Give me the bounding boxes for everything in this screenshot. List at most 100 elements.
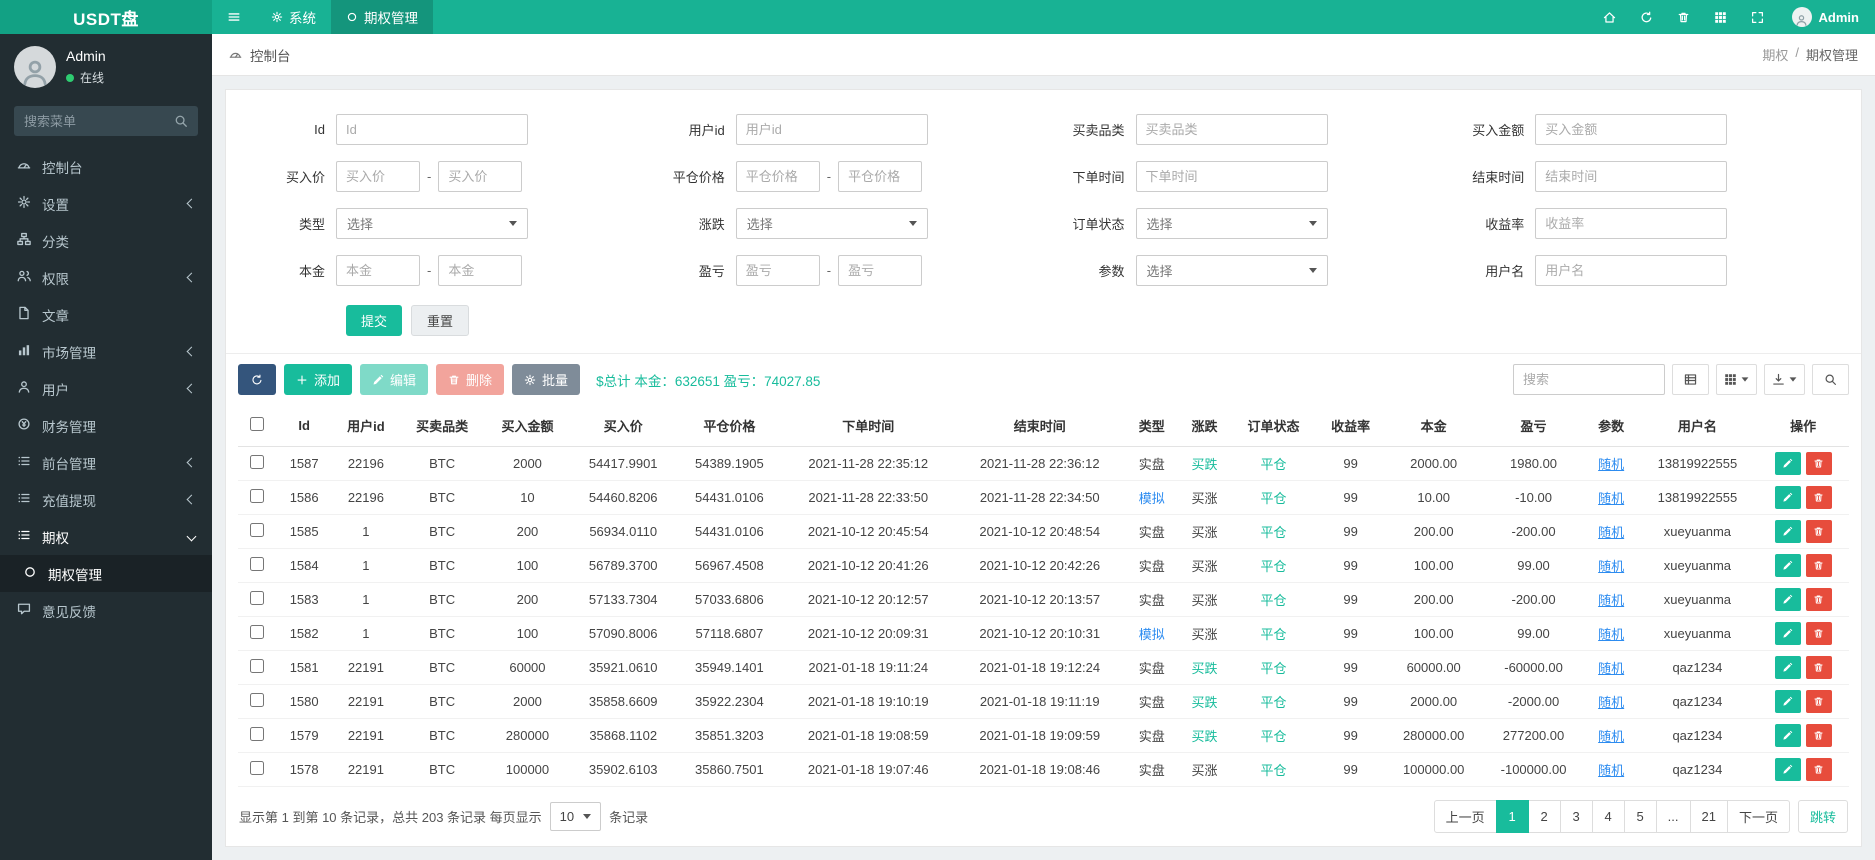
delete-row-button[interactable] [1805,554,1832,577]
filter-profit-max-input[interactable] [838,255,923,286]
view-toggle-button[interactable] [1672,364,1709,395]
page-button-1[interactable]: 1 [1495,800,1529,833]
filter-end_time-input[interactable] [1535,161,1728,192]
refresh-button[interactable] [1628,0,1665,34]
param-link[interactable]: 随机 [1598,729,1624,744]
reset-button[interactable]: 重置 [411,305,470,336]
home-button[interactable] [1591,0,1628,34]
columns-button[interactable] [1716,364,1757,395]
page-button-...[interactable]: ... [1655,800,1691,833]
edit-row-button[interactable] [1774,724,1801,747]
sidebar-search-button[interactable] [164,106,198,136]
filter-updown-select[interactable]: 选择 [735,208,928,239]
sidebar-item-option-manage[interactable]: 期权管理 [0,555,212,592]
filter-amount-input[interactable] [1535,114,1728,145]
row-checkbox[interactable] [250,489,264,503]
per-page-select[interactable]: 10 [549,802,602,831]
filter-order_time-input[interactable] [1135,161,1328,192]
filter-id-input[interactable] [336,114,528,145]
param-link[interactable]: 随机 [1598,457,1624,472]
table-search-input[interactable] [1513,364,1665,395]
delete-button[interactable]: 删除 [436,364,505,395]
edit-row-button[interactable] [1774,554,1801,577]
jump-button[interactable]: 跳转 [1797,800,1848,833]
row-checkbox[interactable] [250,591,264,605]
edit-row-button[interactable] [1774,656,1801,679]
page-button-2[interactable]: 2 [1527,800,1561,833]
row-checkbox[interactable] [250,557,264,571]
user-menu[interactable]: Admin [1776,0,1875,34]
edit-row-button[interactable] [1774,588,1801,611]
filter-rate-input[interactable] [1535,208,1728,239]
delete-row-button[interactable] [1805,622,1832,645]
filter-buy_price-max-input[interactable] [438,161,523,192]
edit-row-button[interactable] [1774,486,1801,509]
edit-row-button[interactable] [1774,622,1801,645]
param-link[interactable]: 随机 [1598,525,1624,540]
th-button[interactable] [1702,0,1739,34]
filter-category-input[interactable] [1135,114,1328,145]
expand-button[interactable] [1739,0,1776,34]
batch-button[interactable]: 批量 [512,364,581,395]
trash-button[interactable] [1665,0,1702,34]
filter-param-select[interactable]: 选择 [1135,255,1328,286]
page-button-21[interactable]: 21 [1689,800,1728,833]
row-checkbox[interactable] [250,761,264,775]
row-checkbox[interactable] [250,659,264,673]
filter-principal-min-input[interactable] [336,255,420,286]
filter-principal-max-input[interactable] [438,255,523,286]
edit-row-button[interactable] [1774,452,1801,475]
page-button-4[interactable]: 4 [1591,800,1625,833]
param-link[interactable]: 随机 [1598,763,1624,778]
row-checkbox[interactable] [250,693,264,707]
delete-row-button[interactable] [1805,758,1832,781]
row-checkbox[interactable] [250,455,264,469]
nav-tab-system[interactable]: 系统 [256,0,331,34]
filter-user_id-input[interactable] [735,114,928,145]
filter-buy_price-min-input[interactable] [336,161,420,192]
sidebar-item-dashboard[interactable]: 控制台 [0,148,212,185]
param-link[interactable]: 随机 [1598,695,1624,710]
delete-row-button[interactable] [1805,486,1832,509]
filter-profit-min-input[interactable] [735,255,820,286]
param-link[interactable]: 随机 [1598,661,1624,676]
delete-row-button[interactable] [1805,690,1832,713]
prev-page-button[interactable]: 上一页 [1433,800,1497,833]
delete-row-button[interactable] [1805,520,1832,543]
filter-close_price-max-input[interactable] [838,161,923,192]
sidebar-item-article[interactable]: 文章 [0,296,212,333]
delete-row-button[interactable] [1805,656,1832,679]
delete-row-button[interactable] [1805,452,1832,475]
sidebar-item-settings[interactable]: 设置 [0,185,212,222]
select-all-checkbox[interactable] [250,417,264,431]
page-button-3[interactable]: 3 [1559,800,1593,833]
breadcrumb-parent[interactable]: 期权 [1762,45,1788,64]
row-checkbox[interactable] [250,625,264,639]
sidebar-item-category[interactable]: 分类 [0,222,212,259]
export-button[interactable] [1764,364,1805,395]
search-toggle-button[interactable] [1812,364,1849,395]
submit-button[interactable]: 提交 [346,305,403,336]
filter-order_status-select[interactable]: 选择 [1135,208,1328,239]
param-link[interactable]: 随机 [1598,491,1624,506]
filter-close_price-min-input[interactable] [735,161,820,192]
row-checkbox[interactable] [250,727,264,741]
sidebar-toggle-button[interactable] [212,0,256,34]
sidebar-search-input[interactable] [14,106,164,136]
page-button-5[interactable]: 5 [1623,800,1657,833]
sidebar-item-user[interactable]: 用户 [0,370,212,407]
refresh-button[interactable] [238,364,276,395]
sidebar-item-market[interactable]: 市场管理 [0,333,212,370]
edit-button[interactable]: 编辑 [360,364,429,395]
edit-row-button[interactable] [1774,690,1801,713]
add-button[interactable]: 添加 [284,364,353,395]
edit-row-button[interactable] [1774,758,1801,781]
sidebar-item-frontend[interactable]: 前台管理 [0,444,212,481]
delete-row-button[interactable] [1805,588,1832,611]
sidebar-item-option[interactable]: 期权 [0,518,212,555]
row-checkbox[interactable] [250,523,264,537]
edit-row-button[interactable] [1774,520,1801,543]
param-link[interactable]: 随机 [1598,593,1624,608]
sidebar-item-finance[interactable]: 财务管理 [0,407,212,444]
param-link[interactable]: 随机 [1598,559,1624,574]
